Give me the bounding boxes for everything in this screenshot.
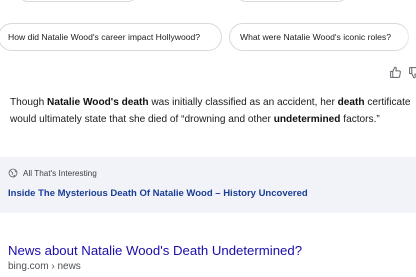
- source-attribution: All That's Interesting: [8, 168, 97, 178]
- source-card[interactable]: [0, 157, 416, 213]
- thumbs-down-button[interactable]: [408, 66, 416, 79]
- news-result-title-link[interactable]: News about Natalie Wood's Death Undeterm…: [8, 243, 302, 258]
- previous-chip-fragment: [236, 0, 348, 2]
- answer-highlight: undetermined: [273, 114, 341, 125]
- related-question-chip[interactable]: What were Natalie Wood's iconic roles?: [229, 23, 409, 51]
- answer-text-segment: Though: [10, 97, 48, 108]
- answer-text-segment: factors.”: [340, 114, 380, 125]
- answer-highlight: Natalie Wood's death: [47, 97, 149, 108]
- source-site-name: All That's Interesting: [23, 168, 97, 178]
- previous-chip-fragment: [18, 0, 138, 2]
- answer-highlight: death: [337, 97, 365, 108]
- related-question-label: What were Natalie Wood's iconic roles?: [240, 32, 391, 42]
- related-question-label: How did Natalie Wood's career impact Hol…: [8, 32, 201, 42]
- search-results-page: How did Natalie Wood's career impact Hol…: [0, 0, 416, 277]
- answer-text-segment: was initially classified as an accident,…: [148, 97, 338, 108]
- scroll-fade: [402, 16, 416, 60]
- related-question-chip[interactable]: How did Natalie Wood's career impact Hol…: [0, 23, 222, 51]
- thumbs-up-icon: [390, 66, 401, 78]
- answer-text: Though Natalie Wood's death was initiall…: [10, 94, 412, 128]
- source-link[interactable]: Inside The Mysterious Death Of Natalie W…: [8, 188, 308, 199]
- news-result-url: bing.com › news: [8, 261, 81, 272]
- globe-icon: [8, 168, 18, 178]
- thumbs-down-icon: [409, 67, 416, 79]
- thumbs-up-button[interactable]: [389, 66, 402, 79]
